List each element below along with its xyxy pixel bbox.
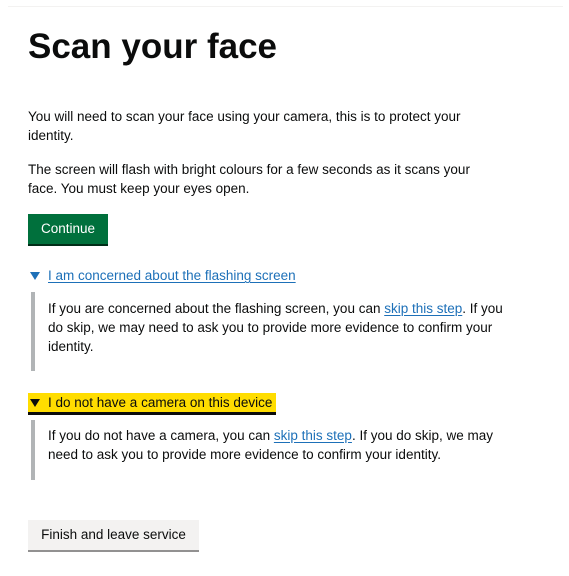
page-title: Scan your face: [28, 27, 277, 66]
details-body-flashing-screen: If you are concerned about the flashing …: [31, 292, 511, 371]
details-text: If you do not have a camera, you can ski…: [48, 426, 511, 464]
finish-and-leave-button[interactable]: Finish and leave service: [28, 520, 199, 550]
intro-text: You will need to scan your face using yo…: [28, 109, 461, 143]
caret-down-icon: [30, 271, 40, 280]
details-summary-flashing-screen[interactable]: I am concerned about the flashing screen: [28, 266, 296, 285]
continue-button[interactable]: Continue: [28, 214, 108, 244]
details-text-before-link: If you are concerned about the flashing …: [48, 301, 385, 316]
details-text: If you are concerned about the flashing …: [48, 299, 511, 356]
skip-this-step-link[interactable]: skip this step: [274, 428, 352, 443]
flash-warning-text: The screen will flash with bright colour…: [28, 162, 470, 196]
details-summary-label[interactable]: I am concerned about the flashing screen: [48, 268, 296, 283]
skip-this-step-link[interactable]: skip this step: [384, 301, 462, 316]
page-frame: [8, 6, 563, 572]
details-summary-label[interactable]: I do not have a camera on this device: [48, 395, 272, 410]
details-body-no-camera: If you do not have a camera, you can ski…: [31, 420, 511, 480]
details-text-before-link: If you do not have a camera, you can: [48, 428, 274, 443]
details-summary-no-camera[interactable]: I do not have a camera on this device: [28, 393, 277, 412]
caret-down-icon: [30, 398, 40, 407]
